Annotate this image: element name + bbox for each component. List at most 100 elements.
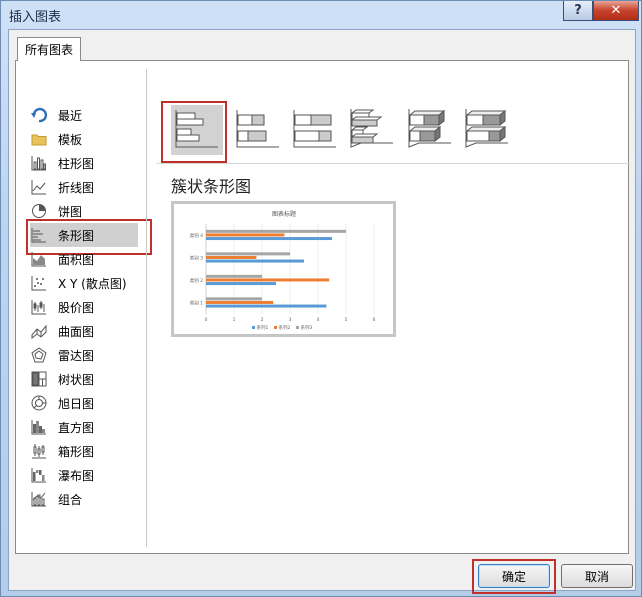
column-chart-icon xyxy=(30,154,48,172)
dialog-body: 所有图表 最近 模板 柱形图 折线图 饼图 条形图 面积图 X Y (散点图) … xyxy=(8,29,636,594)
bar-系列3 xyxy=(206,297,262,301)
sidebar-item-label: 饼图 xyxy=(58,204,83,219)
ok-button-highlight xyxy=(472,559,556,594)
x-tick-label: 6 xyxy=(373,317,376,323)
sidebar-item-sunburst[interactable]: 旭日图 xyxy=(30,391,138,415)
subtype-3d-100-stacked-bar[interactable] xyxy=(461,105,513,155)
radar-chart-icon xyxy=(30,346,48,364)
3d-100-stacked-bar-icon xyxy=(464,107,510,154)
sidebar-item-line[interactable]: 折线图 xyxy=(30,175,138,199)
bar-系列3 xyxy=(206,229,346,233)
x-tick-label: 0 xyxy=(205,317,208,323)
chart-title: 图表标题 xyxy=(272,210,296,218)
surface-chart-icon xyxy=(30,322,48,340)
sidebar-item-histogram[interactable]: 直方图 xyxy=(30,415,138,439)
sidebar-item-label: 股价图 xyxy=(58,300,95,315)
3d-stacked-bar-icon xyxy=(407,107,453,154)
x-tick-label: 4 xyxy=(317,317,320,323)
sidebar-item-waterfall[interactable]: 瀑布图 xyxy=(30,463,138,487)
bar-系列1 xyxy=(206,282,276,286)
cancel-button[interactable]: 取消 xyxy=(561,564,633,588)
sidebar-item-label: 雷达图 xyxy=(58,348,95,363)
sidebar-item-area[interactable]: 面积图 xyxy=(30,247,138,271)
chart-panel: 最近 模板 柱形图 折线图 饼图 条形图 面积图 X Y (散点图) 股价图 曲… xyxy=(15,60,630,554)
sidebar-item-combo[interactable]: 组合 xyxy=(30,487,138,511)
sidebar-item-label: 旭日图 xyxy=(58,396,95,411)
sidebar-item-bar[interactable]: 条形图 xyxy=(26,219,152,255)
subtype-3d-stacked-bar[interactable] xyxy=(404,105,456,155)
bar-系列2 xyxy=(206,255,257,259)
sidebar-item-label: 组合 xyxy=(58,492,83,507)
title-bar[interactable]: 插入图表 ? ✕ xyxy=(1,1,641,29)
sidebar-item-radar[interactable]: 雷达图 xyxy=(30,343,138,367)
sunburst-chart-icon xyxy=(30,394,48,412)
subtype-title: 簇状条形图 xyxy=(171,177,252,196)
legend-entry: 系列3 xyxy=(301,324,313,331)
subtype-divider xyxy=(156,163,630,164)
category-label: 类别 1 xyxy=(190,299,203,306)
100-stacked-bar-icon xyxy=(293,109,337,152)
subtype-clustered-bar[interactable] xyxy=(171,105,223,155)
sidebar-divider xyxy=(146,69,147,547)
box-whisker-chart-icon xyxy=(30,442,48,460)
sidebar-item-label: 模板 xyxy=(58,132,83,147)
sidebar-item-label: 条形图 xyxy=(58,228,95,243)
bar-chart-icon xyxy=(30,226,48,244)
sidebar-item-column[interactable]: 柱形图 xyxy=(30,151,138,175)
category-label: 类别 2 xyxy=(190,277,203,284)
legend-entry: 系列1 xyxy=(257,324,269,331)
clustered-bar-icon xyxy=(175,109,219,152)
combo-chart-icon xyxy=(30,490,48,508)
sidebar-item-label: 瀑布图 xyxy=(58,468,95,483)
sidebar-item-surface[interactable]: 曲面图 xyxy=(30,319,138,343)
bar-系列1 xyxy=(206,259,304,263)
bar-系列2 xyxy=(206,233,285,237)
subtype-3d-clustered-bar[interactable] xyxy=(346,105,398,155)
bar-系列3 xyxy=(206,252,290,256)
sidebar-item-box-whisker[interactable]: 箱形图 xyxy=(30,439,138,463)
legend-swatch xyxy=(252,326,255,329)
sidebar-item-label: 面积图 xyxy=(58,252,95,267)
bar-系列2 xyxy=(206,300,274,304)
bar-系列3 xyxy=(206,274,262,278)
sidebar-item-templates[interactable]: 模板 xyxy=(30,127,138,151)
x-tick-label: 2 xyxy=(261,317,264,323)
bar-系列1 xyxy=(206,237,332,241)
sidebar-item-label: 箱形图 xyxy=(58,444,95,459)
bar-系列2 xyxy=(206,278,330,282)
folder-icon xyxy=(30,130,48,148)
subtype-stacked-bar[interactable] xyxy=(232,105,284,155)
help-button[interactable]: ? xyxy=(563,1,593,21)
subtype-100-stacked-bar[interactable] xyxy=(289,105,341,155)
category-label: 类别 4 xyxy=(190,232,203,239)
sidebar-item-label: 柱形图 xyxy=(58,156,95,171)
x-tick-label: 3 xyxy=(289,317,292,323)
sidebar-item-treemap[interactable]: 树状图 xyxy=(30,367,138,391)
sidebar-item-scatter[interactable]: X Y (散点图) xyxy=(30,271,138,295)
legend-swatch xyxy=(296,326,299,329)
chart-preview-svg: 图表标题 0 1 2 3 4 5 6 类别 1 类别 2 类别 3 类别 4 系列1 系列2 系列3 xyxy=(190,210,376,331)
insert-chart-dialog: 插入图表 ? ✕ 所有图表 最近 模板 柱形图 折线图 饼图 条形图 面积图 X… xyxy=(0,0,642,597)
chart-subtype-area: 簇状条形图 图表标题 0 1 2 3 4 5 6 类别 1 类别 2 类别 3 类别 4 系列1 系列2 系… xyxy=(156,61,630,553)
sidebar-item-label: 树状图 xyxy=(58,372,95,387)
tab-all-charts[interactable]: 所有图表 xyxy=(17,37,82,61)
x-tick-label: 5 xyxy=(345,317,348,323)
sidebar-item-stock[interactable]: 股价图 xyxy=(30,295,138,319)
sidebar-item-label: 曲面图 xyxy=(58,324,95,339)
pie-chart-icon xyxy=(30,202,48,220)
histogram-chart-icon xyxy=(30,418,48,436)
legend-swatch xyxy=(274,326,277,329)
sidebar-item-recent[interactable]: 最近 xyxy=(30,103,138,127)
area-chart-icon xyxy=(30,250,48,268)
sidebar-item-label: 最近 xyxy=(58,108,83,123)
stock-chart-icon xyxy=(30,298,48,316)
chart-type-list: 最近 模板 柱形图 折线图 饼图 条形图 面积图 X Y (散点图) 股价图 曲… xyxy=(16,61,152,553)
3d-clustered-bar-icon xyxy=(349,107,395,154)
stacked-bar-icon xyxy=(236,109,280,152)
category-label: 类别 3 xyxy=(190,254,203,261)
chart-preview[interactable]: 图表标题 0 1 2 3 4 5 6 类别 1 类别 2 类别 3 类别 4 系列1 系列2 系列3 xyxy=(171,201,396,337)
waterfall-chart-icon xyxy=(30,466,48,484)
close-button[interactable]: ✕ xyxy=(593,1,639,21)
treemap-chart-icon xyxy=(30,370,48,388)
legend-entry: 系列2 xyxy=(279,324,291,331)
